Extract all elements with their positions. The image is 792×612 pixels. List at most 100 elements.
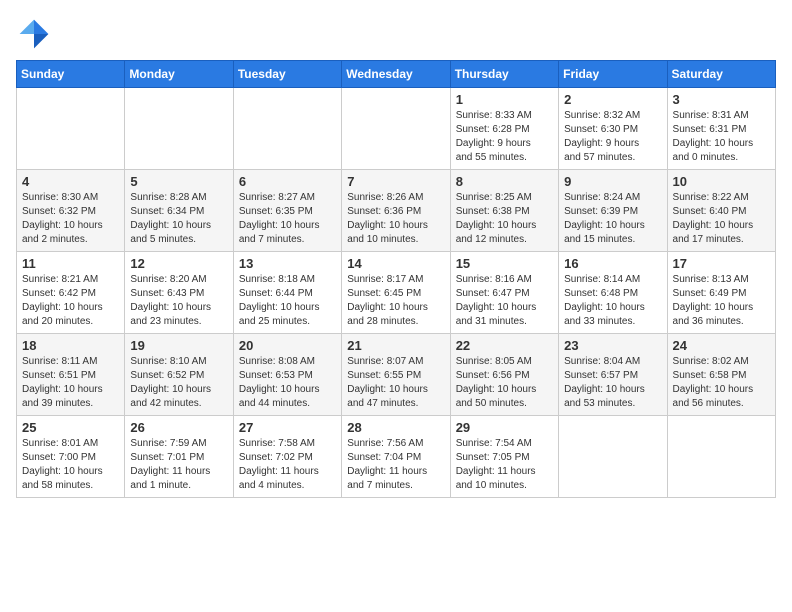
day-number: 19	[130, 338, 227, 353]
calendar-cell: 9 Sunrise: 8:24 AM Sunset: 6:39 PM Daylig…	[559, 170, 667, 252]
calendar-week-row: 4Sunrise: 8:30 AM Sunset: 6:32 PM Daylig…	[17, 170, 776, 252]
day-number: 11	[22, 256, 119, 271]
weekday-header-row: SundayMondayTuesdayWednesdayThursdayFrid…	[17, 61, 776, 88]
calendar-cell: 17 Sunrise: 8:13 AM Sunset: 6:49 PM Dayli…	[667, 252, 775, 334]
day-number: 12	[130, 256, 227, 271]
weekday-header-monday: Monday	[125, 61, 233, 88]
calendar-cell: 25 Sunrise: 8:01 AM Sunset: 7:00 PM Dayli…	[17, 416, 125, 498]
day-info: Sunrise: 7:59 AM Sunset: 7:01 PM Dayligh…	[130, 437, 227, 493]
day-info: Sunrise: 8:33 AM Sunset: 6:28 PM Dayligh…	[456, 109, 553, 165]
day-info: Sunrise: 8:01 AM Sunset: 7:00 PM Dayligh…	[22, 437, 119, 493]
calendar-cell	[342, 88, 450, 170]
calendar-cell: 10Sunrise: 8:22 AM Sunset: 6:40 PM Dayli…	[667, 170, 775, 252]
day-number: 23	[564, 338, 661, 353]
day-number: 28	[347, 420, 444, 435]
day-number: 25	[22, 420, 119, 435]
calendar-cell: 3 Sunrise: 8:31 AM Sunset: 6:31 PM Daylig…	[667, 88, 775, 170]
day-number: 1	[456, 92, 553, 107]
calendar-cell: 20 Sunrise: 8:08 AM Sunset: 6:53 PM Dayli…	[233, 334, 341, 416]
day-info: Sunrise: 8:07 AM Sunset: 6:55 PM Dayligh…	[347, 355, 444, 411]
day-info: Sunrise: 8:28 AM Sunset: 6:34 PM Dayligh…	[130, 191, 227, 247]
day-info: Sunrise: 8:16 AM Sunset: 6:47 PM Dayligh…	[456, 273, 553, 329]
calendar-cell: 14 Sunrise: 8:17 AM Sunset: 6:45 PM Dayli…	[342, 252, 450, 334]
calendar-cell	[125, 88, 233, 170]
day-info: Sunrise: 7:54 AM Sunset: 7:05 PM Dayligh…	[456, 437, 553, 493]
calendar-cell: 13 Sunrise: 8:18 AM Sunset: 6:44 PM Dayli…	[233, 252, 341, 334]
day-info: Sunrise: 8:11 AM Sunset: 6:51 PM Dayligh…	[22, 355, 119, 411]
calendar-cell: 23 Sunrise: 8:04 AM Sunset: 6:57 PM Dayli…	[559, 334, 667, 416]
day-number: 27	[239, 420, 336, 435]
day-info: Sunrise: 8:05 AM Sunset: 6:56 PM Dayligh…	[456, 355, 553, 411]
day-info: Sunrise: 8:30 AM Sunset: 6:32 PM Dayligh…	[22, 191, 119, 247]
calendar-cell: 1 Sunrise: 8:33 AM Sunset: 6:28 PM Daylig…	[450, 88, 558, 170]
calendar-cell: 26 Sunrise: 7:59 AM Sunset: 7:01 PM Dayli…	[125, 416, 233, 498]
day-info: Sunrise: 8:17 AM Sunset: 6:45 PM Dayligh…	[347, 273, 444, 329]
day-info: Sunrise: 7:58 AM Sunset: 7:02 PM Dayligh…	[239, 437, 336, 493]
weekday-header-thursday: Thursday	[450, 61, 558, 88]
header	[16, 16, 776, 52]
day-number: 21	[347, 338, 444, 353]
day-info: Sunrise: 8:08 AM Sunset: 6:53 PM Dayligh…	[239, 355, 336, 411]
calendar-cell	[559, 416, 667, 498]
calendar-cell: 6 Sunrise: 8:27 AM Sunset: 6:35 PM Daylig…	[233, 170, 341, 252]
calendar-cell	[233, 88, 341, 170]
weekday-header-sunday: Sunday	[17, 61, 125, 88]
day-info: Sunrise: 8:18 AM Sunset: 6:44 PM Dayligh…	[239, 273, 336, 329]
day-number: 5	[130, 174, 227, 189]
calendar-cell: 22 Sunrise: 8:05 AM Sunset: 6:56 PM Dayli…	[450, 334, 558, 416]
day-info: Sunrise: 8:24 AM Sunset: 6:39 PM Dayligh…	[564, 191, 661, 247]
day-number: 18	[22, 338, 119, 353]
calendar-cell: 16Sunrise: 8:14 AM Sunset: 6:48 PM Dayli…	[559, 252, 667, 334]
day-number: 16	[564, 256, 661, 271]
calendar-cell: 21 Sunrise: 8:07 AM Sunset: 6:55 PM Dayli…	[342, 334, 450, 416]
day-number: 17	[673, 256, 770, 271]
day-number: 8	[456, 174, 553, 189]
day-number: 26	[130, 420, 227, 435]
calendar-cell	[667, 416, 775, 498]
calendar-cell: 4Sunrise: 8:30 AM Sunset: 6:32 PM Daylig…	[17, 170, 125, 252]
day-info: Sunrise: 8:31 AM Sunset: 6:31 PM Dayligh…	[673, 109, 770, 165]
weekday-header-tuesday: Tuesday	[233, 61, 341, 88]
day-info: Sunrise: 8:20 AM Sunset: 6:43 PM Dayligh…	[130, 273, 227, 329]
day-info: Sunrise: 7:56 AM Sunset: 7:04 PM Dayligh…	[347, 437, 444, 493]
day-number: 14	[347, 256, 444, 271]
calendar-cell: 15 Sunrise: 8:16 AM Sunset: 6:47 PM Dayli…	[450, 252, 558, 334]
day-info: Sunrise: 8:10 AM Sunset: 6:52 PM Dayligh…	[130, 355, 227, 411]
day-info: Sunrise: 8:25 AM Sunset: 6:38 PM Dayligh…	[456, 191, 553, 247]
calendar-cell: 24Sunrise: 8:02 AM Sunset: 6:58 PM Dayli…	[667, 334, 775, 416]
weekday-header-saturday: Saturday	[667, 61, 775, 88]
calendar-cell: 18 Sunrise: 8:11 AM Sunset: 6:51 PM Dayli…	[17, 334, 125, 416]
calendar-week-row: 25 Sunrise: 8:01 AM Sunset: 7:00 PM Dayli…	[17, 416, 776, 498]
day-info: Sunrise: 8:13 AM Sunset: 6:49 PM Dayligh…	[673, 273, 770, 329]
calendar-cell: 8 Sunrise: 8:25 AM Sunset: 6:38 PM Daylig…	[450, 170, 558, 252]
calendar-cell: 5 Sunrise: 8:28 AM Sunset: 6:34 PM Daylig…	[125, 170, 233, 252]
day-number: 29	[456, 420, 553, 435]
calendar-cell: 2 Sunrise: 8:32 AM Sunset: 6:30 PM Daylig…	[559, 88, 667, 170]
calendar-cell: 19 Sunrise: 8:10 AM Sunset: 6:52 PM Dayli…	[125, 334, 233, 416]
calendar: SundayMondayTuesdayWednesdayThursdayFrid…	[16, 60, 776, 498]
day-info: Sunrise: 8:26 AM Sunset: 6:36 PM Dayligh…	[347, 191, 444, 247]
calendar-week-row: 1 Sunrise: 8:33 AM Sunset: 6:28 PM Daylig…	[17, 88, 776, 170]
day-number: 15	[456, 256, 553, 271]
day-info: Sunrise: 8:21 AM Sunset: 6:42 PM Dayligh…	[22, 273, 119, 329]
day-number: 20	[239, 338, 336, 353]
day-info: Sunrise: 8:22 AM Sunset: 6:40 PM Dayligh…	[673, 191, 770, 247]
day-info: Sunrise: 8:32 AM Sunset: 6:30 PM Dayligh…	[564, 109, 661, 165]
weekday-header-wednesday: Wednesday	[342, 61, 450, 88]
calendar-cell: 28 Sunrise: 7:56 AM Sunset: 7:04 PM Dayli…	[342, 416, 450, 498]
day-info: Sunrise: 8:04 AM Sunset: 6:57 PM Dayligh…	[564, 355, 661, 411]
day-number: 3	[673, 92, 770, 107]
day-number: 6	[239, 174, 336, 189]
calendar-cell	[17, 88, 125, 170]
calendar-cell: 27 Sunrise: 7:58 AM Sunset: 7:02 PM Dayli…	[233, 416, 341, 498]
calendar-cell: 11 Sunrise: 8:21 AM Sunset: 6:42 PM Dayli…	[17, 252, 125, 334]
day-number: 9	[564, 174, 661, 189]
day-number: 13	[239, 256, 336, 271]
calendar-week-row: 11 Sunrise: 8:21 AM Sunset: 6:42 PM Dayli…	[17, 252, 776, 334]
calendar-week-row: 18 Sunrise: 8:11 AM Sunset: 6:51 PM Dayli…	[17, 334, 776, 416]
calendar-cell: 29 Sunrise: 7:54 AM Sunset: 7:05 PM Dayli…	[450, 416, 558, 498]
calendar-cell: 7Sunrise: 8:26 AM Sunset: 6:36 PM Daylig…	[342, 170, 450, 252]
day-info: Sunrise: 8:27 AM Sunset: 6:35 PM Dayligh…	[239, 191, 336, 247]
day-number: 22	[456, 338, 553, 353]
day-number: 2	[564, 92, 661, 107]
